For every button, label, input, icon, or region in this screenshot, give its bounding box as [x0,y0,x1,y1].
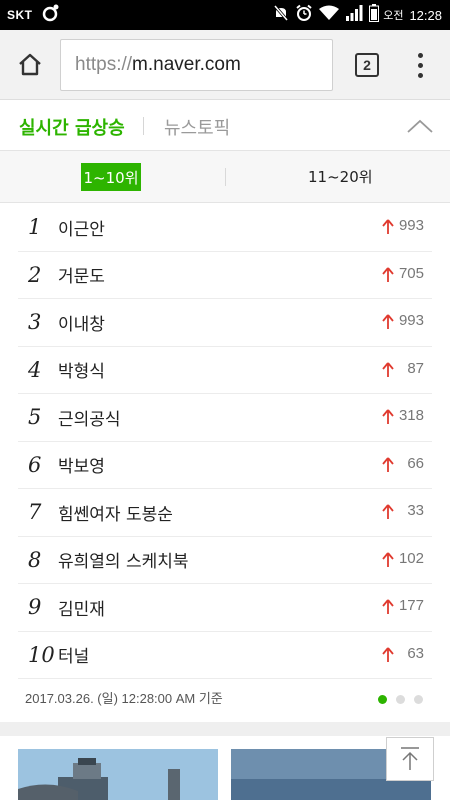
rank-keyword: 힘쎈여자 도봉순 [58,504,173,525]
address-bar[interactable]: https://m.naver.com [60,39,333,91]
rank-number: 6 [28,452,42,477]
rank-keyword: 박형식 [58,362,105,383]
carrier-label: SKT [7,8,33,22]
rank-row[interactable]: 6 박보영 66 [18,442,432,489]
arrow-up-icon [382,551,394,567]
url-scheme: https:// [75,54,133,75]
arrow-up-icon [401,747,419,770]
rank-number: 5 [28,405,42,430]
rank-change: 66 [407,454,424,472]
harbor-image [18,749,218,800]
rank-change: 33 [407,502,424,519]
page-dot[interactable] [414,695,423,704]
rank-number: 10 [28,642,55,667]
rank-number: 4 [28,357,42,382]
rank-change: 993 [398,217,424,234]
rank-row[interactable]: 7 힘쎈여자 도봉순 33 [18,489,432,537]
rank-row[interactable]: 5 근의공식 318 [18,394,432,442]
rank-keyword: 김민재 [58,599,105,620]
alarm-icon [295,4,313,26]
clock: 12:28 [409,7,442,23]
rank-number: 1 [28,215,42,240]
arrow-up-icon [382,409,394,424]
rank-number: 7 [28,500,42,525]
rank-number: 8 [28,547,42,572]
rank-keyword: 이내창 [58,314,105,335]
arrow-up-icon [382,314,394,329]
page-indicator [378,695,423,704]
rank-change: 993 [398,312,424,329]
tab-rank-1-10[interactable]: 1~10위 [81,163,141,191]
more-dot [417,62,423,68]
rank-row[interactable]: 10 터널 63 [18,632,432,679]
rank-keyword: 유희열의 스케치북 [58,552,189,573]
rank-row[interactable]: 2 거문도 705 [18,252,432,299]
status-bar: SKT 오전 12:28 [0,0,450,30]
rank-row[interactable]: 4 박형식 87 [18,347,432,394]
tab-switcher-button[interactable]: 2 [355,53,379,77]
rank-timestamp: 2017.03.26. (일) 12:28:00 AM 기준 [25,691,223,706]
more-dot [417,72,423,78]
news-thumbnail[interactable] [18,749,218,800]
rank-number: 2 [28,262,42,287]
rank-keyword: 박보영 [58,457,105,478]
rank-change: 177 [398,597,424,614]
section-divider [0,722,450,736]
rank-row[interactable]: 9 김민재 177 [18,584,432,632]
wifi-icon [319,5,340,25]
arrow-up-icon [382,646,394,662]
arrow-up-icon [382,456,394,472]
tab-realtime[interactable]: 실시간 급상승 [19,114,125,140]
chevron-up-icon[interactable] [406,117,434,135]
rank-change: 318 [398,407,424,424]
rank-keyword: 거문도 [58,267,105,288]
tab-rank-11-20[interactable]: 11~20위 [308,166,373,187]
notification-icon [41,4,59,26]
rank-number: 3 [28,310,42,335]
url-host: m.naver.com [132,54,241,75]
rank-list: 1 이근안 993 2 거문도 705 3 이내창 993 4 박형식 87 5… [18,204,432,679]
page-dot-active[interactable] [378,695,387,704]
more-menu-button[interactable] [410,50,430,80]
browser-toolbar: https://m.naver.com 2 [0,30,450,100]
rank-row[interactable]: 3 이내창 993 [18,299,432,347]
home-icon [19,53,41,75]
rank-keyword: 터널 [58,647,90,668]
arrow-up-icon [382,599,394,614]
topic-header: 실시간 급상승 뉴스토픽 [0,101,450,151]
rank-change: 63 [407,644,424,662]
arrow-up-icon [382,219,394,234]
ampm-label: 오전 [383,9,404,22]
battery-icon [369,4,380,26]
rank-change: 102 [398,549,424,567]
rank-change: 705 [398,264,424,282]
home-button[interactable] [10,45,50,85]
more-dot [417,52,423,58]
rank-keyword: 근의공식 [58,409,121,430]
page-dot[interactable] [396,695,405,704]
rank-row[interactable]: 8 유희열의 스케치북 102 [18,537,432,584]
rank-keyword: 이근안 [58,219,105,240]
rank-number: 9 [28,595,42,620]
rank-change: 87 [407,359,424,377]
signal-icon [345,5,363,25]
arrow-up-icon [382,361,394,377]
rank-range-tabs: 1~10위 11~20위 [0,151,450,203]
arrow-up-icon [382,266,394,282]
mute-icon [273,5,289,25]
rank-row[interactable]: 1 이근안 993 [18,204,432,252]
range-divider [225,168,226,186]
arrow-up-icon [382,504,394,519]
scroll-to-top-button[interactable] [386,737,434,781]
tab-news-topic[interactable]: 뉴스토픽 [164,114,230,140]
tab-divider [143,117,144,135]
